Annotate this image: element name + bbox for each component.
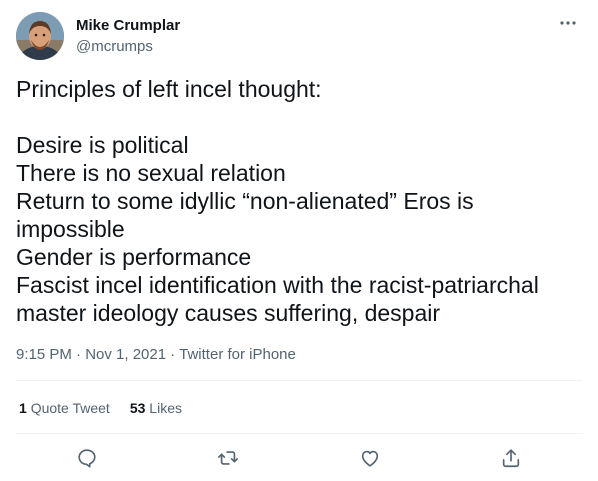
likes-count: 53: [129, 400, 146, 416]
avatar-image: [16, 12, 64, 60]
more-options-button[interactable]: [556, 13, 580, 33]
tweet-text: Principles of left incel thought: Desire…: [16, 76, 539, 326]
heart-icon: [361, 450, 379, 467]
quote-tweets-label: Quote Tweet: [30, 400, 110, 416]
avatar[interactable]: [16, 12, 64, 60]
reply-button[interactable]: [73, 444, 101, 472]
author-handle[interactable]: @mcrumps: [76, 37, 153, 57]
likes-stat[interactable]: 53 Likes: [130, 398, 182, 418]
more-horizontal-icon: [560, 21, 576, 25]
divider: [16, 433, 582, 434]
tweet-stats: 1 Quote Tweet 53 Likes: [19, 398, 182, 418]
tweet-meta[interactable]: 9:15 PM · Nov 1, 2021 · Twitter for iPho…: [16, 345, 296, 365]
author-display-name[interactable]: Mike Crumplar: [76, 16, 180, 36]
share-icon: [502, 449, 520, 468]
likes-label: Likes: [149, 400, 182, 416]
share-button[interactable]: [497, 444, 525, 472]
retweet-button[interactable]: [214, 444, 242, 472]
divider: [16, 380, 582, 381]
tweet-actions: [0, 444, 598, 472]
like-button[interactable]: [356, 444, 384, 472]
reply-icon: [78, 449, 96, 468]
retweet-icon: [218, 451, 238, 465]
quote-tweets-stat[interactable]: 1 Quote Tweet: [19, 398, 110, 418]
quote-tweets-count: 1: [19, 400, 27, 416]
